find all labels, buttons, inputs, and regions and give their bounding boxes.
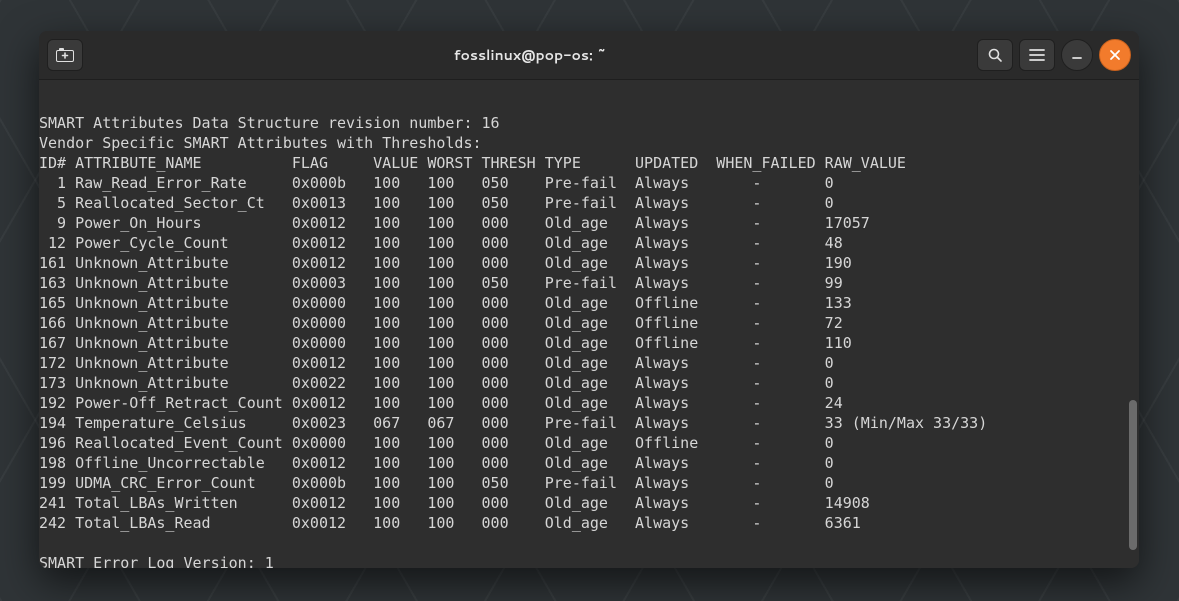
terminal-window: fosslinux@pop-os: ~ [39,31,1139,568]
desktop-background: fosslinux@pop-os: ~ [0,0,1179,601]
scrollbar-thumb[interactable] [1129,400,1137,550]
scrollbar-track[interactable] [1127,80,1137,568]
window-title: fosslinux@pop-os: ~ [454,45,607,65]
terminal-output: SMART Attributes Data Structure revision… [39,95,1139,568]
terminal-viewport[interactable]: SMART Attributes Data Structure revision… [39,80,1139,568]
search-button[interactable] [977,39,1013,71]
menu-button[interactable] [1019,39,1055,71]
close-button[interactable] [1099,39,1131,71]
close-icon [1109,49,1121,61]
hamburger-icon [1029,49,1045,61]
search-icon [987,47,1003,63]
minimize-button[interactable] [1061,39,1093,71]
new-tab-icon [56,48,74,62]
titlebar: fosslinux@pop-os: ~ [39,31,1139,80]
new-tab-button[interactable] [47,39,83,71]
minimize-icon [1071,49,1083,61]
